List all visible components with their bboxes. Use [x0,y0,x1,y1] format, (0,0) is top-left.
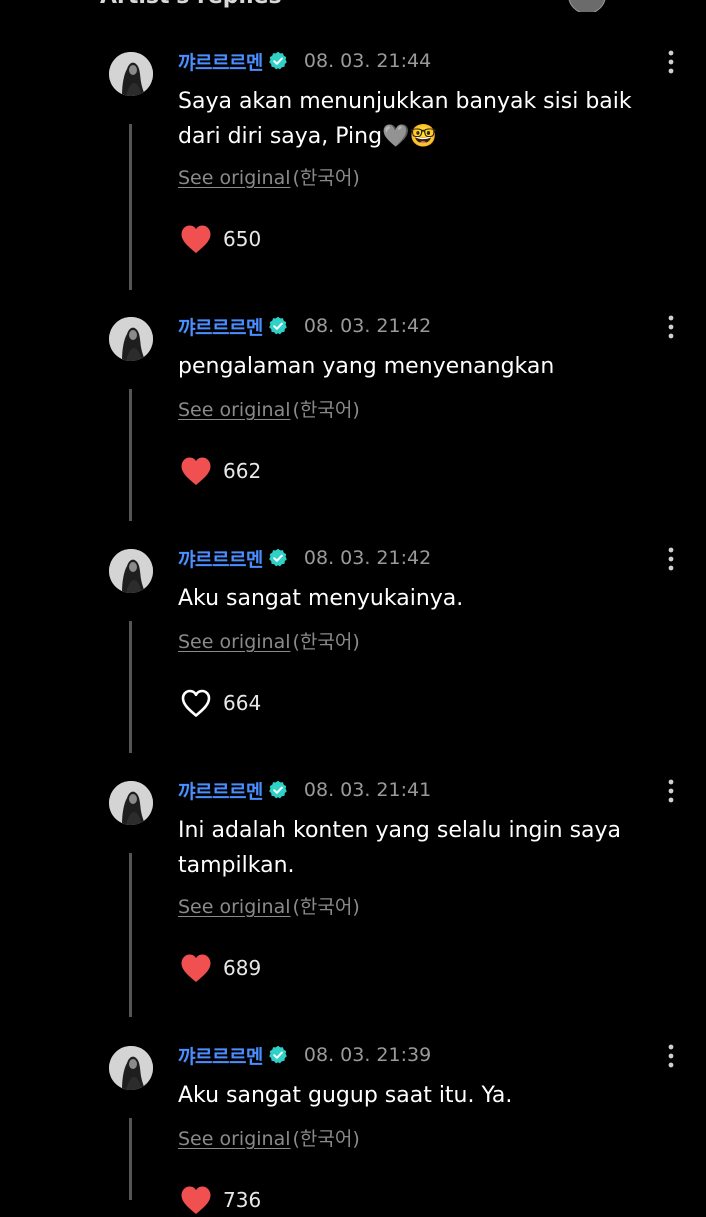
timestamp: 08. 03. 21:41 [303,779,432,801]
comment-text: Ini adalah konten yang selalu ingin saya… [178,818,622,878]
heart-filled-icon[interactable] [179,455,213,487]
like-count: 650 [223,227,262,251]
thread-line [129,621,132,753]
timestamp: 08. 03. 21:42 [303,547,432,569]
thread-line [129,1118,132,1200]
avatar[interactable] [109,1046,153,1090]
author-name[interactable]: 꺄르르르멘 [178,48,263,75]
heart-filled-icon[interactable] [179,952,213,984]
comment-text: Aku sangat menyukainya. [178,586,464,611]
timestamp: 08. 03. 21:44 [303,50,432,72]
verified-badge-icon [268,316,288,336]
see-original-link[interactable]: See original [178,399,291,421]
author-name[interactable]: 꺄르르르멘 [178,1042,263,1069]
author-row: 꺄르르르멘 08. 03. 21:39 [178,1041,431,1069]
like-row: 689 [179,951,261,985]
see-original-link[interactable]: See original [178,1128,291,1150]
heart-filled-icon[interactable] [179,1184,213,1216]
author-row: 꺄르르르멘 08. 03. 21:42 [178,312,431,340]
like-row: 664 [179,686,261,720]
heart-outline-icon[interactable] [179,687,213,719]
author-name[interactable]: 꺄르르르멘 [178,777,263,804]
author-name[interactable]: 꺄르르르멘 [178,545,263,572]
language-label: (한국어) [292,1128,360,1150]
header-avatar[interactable] [568,0,606,12]
timestamp: 08. 03. 21:42 [303,315,432,337]
comment-text: Saya akan menunjukkan banyak sisi baik d… [178,89,632,149]
see-original-link[interactable]: See original [178,631,291,653]
heart-filled-icon[interactable] [179,223,213,255]
avatar[interactable] [109,52,153,96]
see-original-row: See original (한국어) [178,892,360,919]
like-count: 689 [223,956,262,980]
verified-badge-icon [268,780,288,800]
thread-line [129,853,132,1017]
verified-badge-icon [268,548,288,568]
thread-line [129,389,132,521]
language-label: (한국어) [292,896,360,918]
see-original-row: See original (한국어) [178,395,360,422]
more-vertical-icon[interactable] [659,778,683,804]
like-row: 650 [179,222,261,256]
more-vertical-icon[interactable] [659,314,683,340]
replies-header-title: Artist's replies [100,0,282,9]
more-vertical-icon[interactable] [659,546,683,572]
language-label: (한국어) [292,399,360,421]
author-name[interactable]: 꺄르르르멘 [178,313,263,340]
like-count: 736 [223,1188,262,1212]
see-original-link[interactable]: See original [178,896,291,918]
see-original-link[interactable]: See original [178,167,291,189]
author-row: 꺄르르르멘 08. 03. 21:42 [178,544,431,572]
comment-text: pengalaman yang menyenangkan [178,354,555,379]
author-row: 꺄르르르멘 08. 03. 21:41 [178,776,431,804]
see-original-row: See original (한국어) [178,163,360,190]
like-count: 662 [223,459,262,483]
like-row: 662 [179,454,261,488]
language-label: (한국어) [292,631,360,653]
like-count: 664 [223,691,262,715]
comment-text: Aku sangat gugup saat itu. Ya. [178,1083,513,1108]
thread-line [129,124,132,290]
see-original-row: See original (한국어) [178,1124,360,1151]
verified-badge-icon [268,51,288,71]
verified-badge-icon [268,1045,288,1065]
like-row: 736 [179,1183,261,1217]
avatar[interactable] [109,549,153,593]
language-label: (한국어) [292,167,360,189]
author-row: 꺄르르르멘 08. 03. 21:44 [178,47,431,75]
avatar[interactable] [109,317,153,361]
avatar[interactable] [109,781,153,825]
timestamp: 08. 03. 21:39 [303,1044,432,1066]
more-vertical-icon[interactable] [659,1043,683,1069]
replies-header: Artist's replies [0,0,706,12]
more-vertical-icon[interactable] [659,49,683,75]
see-original-row: See original (한국어) [178,627,360,654]
